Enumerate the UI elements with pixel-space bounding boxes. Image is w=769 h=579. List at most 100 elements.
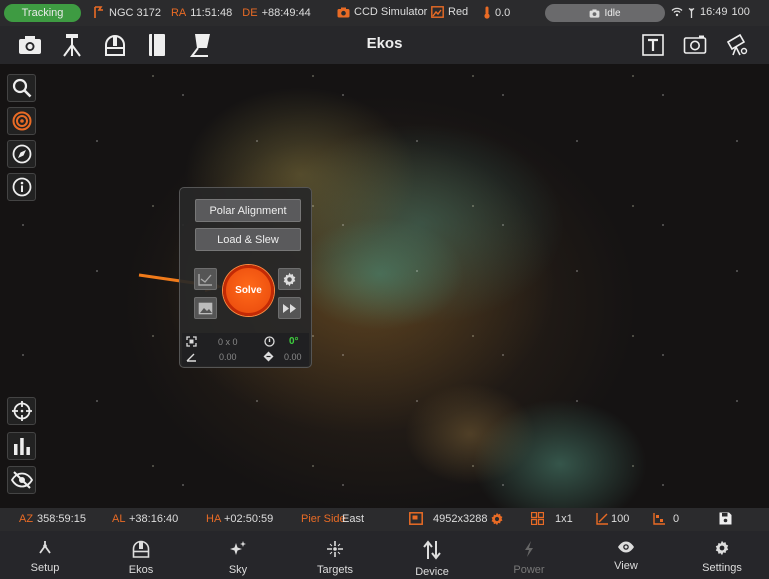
gain-value: 100 [611, 513, 630, 525]
thermometer-icon [484, 6, 490, 19]
tripod-icon [63, 34, 81, 57]
az-value: 358:59:15 [37, 513, 86, 525]
target-star-icon [327, 541, 343, 557]
polar-alignment-button[interactable]: Polar Alignment [195, 199, 301, 222]
pier-side-label: Pier Side [301, 513, 346, 525]
capture-tab-button[interactable] [16, 31, 44, 59]
gear-icon[interactable] [490, 512, 504, 526]
nav-setup[interactable]: Setup [0, 531, 93, 579]
nav-power[interactable]: Power [481, 531, 577, 579]
info-button[interactable] [7, 173, 36, 201]
frame-view-button[interactable] [681, 31, 709, 59]
nav-setup-label: Setup [30, 562, 60, 574]
solution-stats: 0 x 0 0° 0.00 0.00 [182, 333, 309, 366]
load-slew-button[interactable]: Load & Slew [195, 228, 301, 251]
capture-status-pill[interactable]: Idle [545, 4, 665, 22]
al-label: AL [112, 513, 126, 525]
nav-targets[interactable]: Targets [287, 531, 383, 579]
eye-off-icon [10, 471, 33, 489]
compass-button[interactable] [7, 140, 36, 168]
nav-ekos[interactable]: Ekos [93, 531, 189, 579]
network-icon [39, 541, 51, 554]
ha-label: HA [206, 513, 222, 525]
camera-frame-icon [683, 35, 707, 54]
filter-info: Red [431, 6, 468, 18]
ha-value: +02:50:59 [224, 513, 274, 525]
resolution-icon [409, 512, 423, 525]
sparkle-icon [230, 541, 246, 555]
star-field [0, 64, 769, 508]
battery-level: 100 [731, 6, 750, 18]
pier-side-value: East [342, 513, 365, 525]
nav-device[interactable]: Device [384, 531, 480, 579]
text-overlay-button[interactable] [639, 31, 667, 59]
wifi-icon [671, 7, 683, 17]
flat-panel-icon [190, 34, 210, 57]
pixel-scale-value: 0.00 [284, 352, 302, 362]
de-label: DE [242, 6, 258, 19]
align-settings-button[interactable] [278, 268, 301, 290]
gear-icon [283, 272, 296, 286]
az-label: AZ [19, 513, 34, 525]
info-icon [12, 177, 31, 197]
align-target-button[interactable] [7, 107, 36, 135]
filter-name: Red [448, 6, 469, 18]
mount-tab-button[interactable] [58, 31, 86, 59]
scope-target-button[interactable] [723, 31, 751, 59]
search-icon [12, 78, 31, 98]
filter-icon [431, 6, 444, 18]
de-value: +88:49:44 [261, 6, 311, 19]
nav-view[interactable]: View [578, 531, 674, 579]
field-size-icon [186, 336, 197, 347]
angle-value: 0.00 [219, 352, 237, 362]
target-info: NGC 3172 RA 11:51:48 DE +88:49:44 [93, 6, 311, 19]
camera-info: CCD Simulator [337, 6, 427, 18]
field-size-value: 0 x 0 [218, 337, 238, 347]
temperature-info: 0.0 [483, 6, 510, 19]
system-tray: 16:49 100 [671, 6, 750, 18]
nav-sky-label: Sky [228, 564, 248, 576]
lightning-icon [525, 541, 533, 557]
histogram-button[interactable] [7, 432, 36, 460]
crosshair-button[interactable] [7, 397, 36, 425]
nav-device-label: Device [415, 566, 449, 578]
mount-icon [94, 6, 103, 18]
save-icon[interactable] [719, 512, 732, 525]
eye-icon [618, 541, 634, 553]
telescope-target-icon [726, 33, 748, 56]
tracking-badge[interactable]: Tracking [4, 4, 81, 22]
crosshair-icon [11, 401, 32, 421]
angle-icon [186, 353, 196, 362]
fast-forward-icon [283, 303, 296, 313]
nav-settings-label: Settings [702, 562, 742, 574]
analyze-tab-button[interactable] [186, 31, 214, 59]
pixel-scale-icon [263, 351, 274, 362]
capture-status-text: Idle [604, 7, 621, 19]
info-bar: AZ 358:59:15 AL +38:16:40 HA +02:50:59 P… [0, 508, 769, 531]
app-window: Tracking NGC 3172 RA 11:51:48 DE +88:49:… [0, 0, 769, 579]
target-name: NGC 3172 [109, 6, 161, 19]
chart-button[interactable] [194, 268, 217, 290]
search-button[interactable] [7, 74, 36, 102]
hide-overlay-button[interactable] [7, 466, 36, 494]
offset-value: 0 [673, 513, 680, 525]
sky-image-view[interactable] [0, 64, 769, 508]
nav-sky[interactable]: Sky [190, 531, 286, 579]
clock: 16:49 [700, 6, 728, 18]
text-frame-icon [642, 34, 664, 56]
binning-value: 1x1 [555, 513, 573, 525]
compass-icon [12, 144, 31, 164]
graph-icon [198, 273, 212, 286]
image-button[interactable] [194, 297, 217, 319]
rotation-value: 0° [289, 336, 299, 347]
resolution-value: 4952x3288 [433, 513, 488, 525]
camera-icon [337, 7, 350, 17]
nav-view-label: View [614, 560, 638, 572]
scheduler-tab-button[interactable] [143, 31, 171, 59]
observatory-tab-button[interactable] [101, 31, 129, 59]
nav-targets-label: Targets [316, 564, 354, 576]
skip-forward-button[interactable] [278, 297, 301, 319]
offset-icon [653, 513, 665, 525]
nav-settings[interactable]: Settings [674, 531, 769, 579]
solve-button[interactable]: Solve [223, 265, 274, 316]
